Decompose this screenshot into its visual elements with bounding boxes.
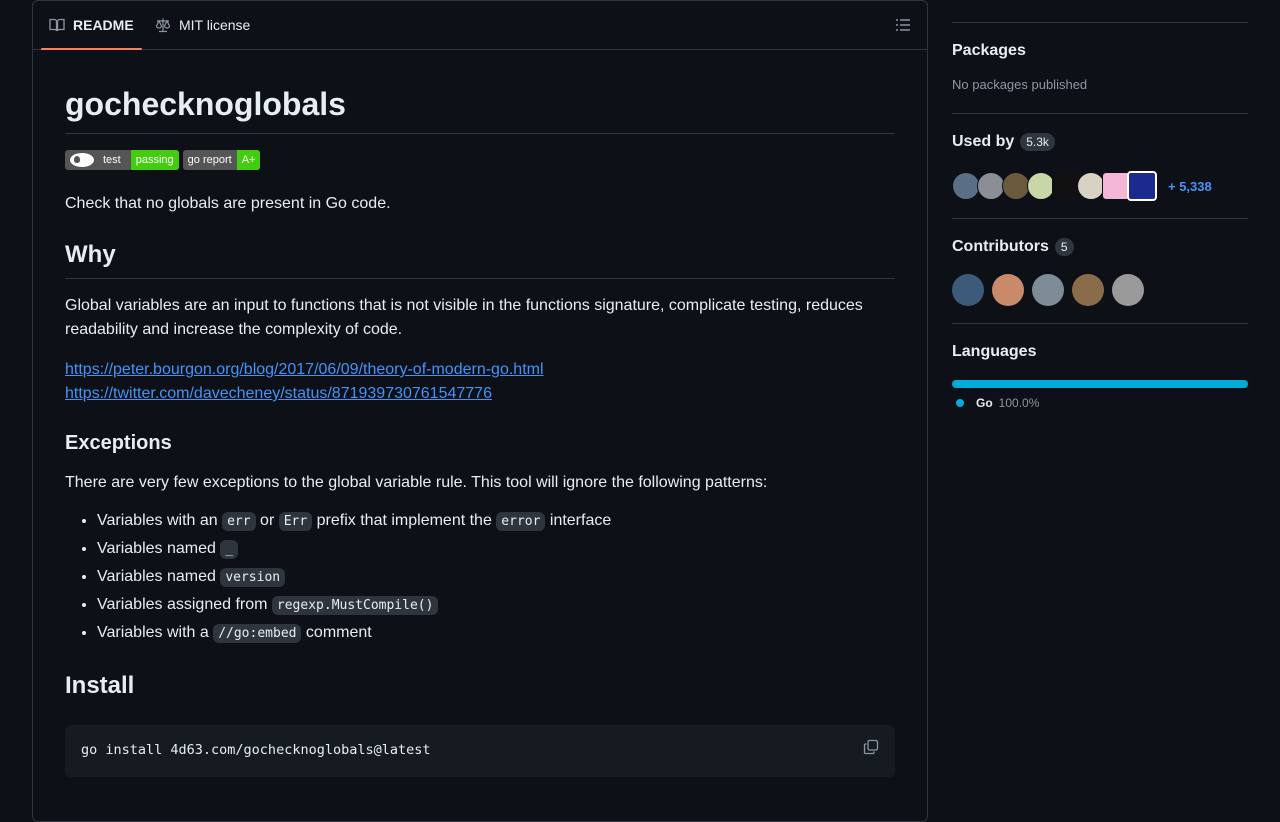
used-by-title: Used by [952, 133, 1015, 150]
inline-code: error [496, 512, 546, 531]
avatar[interactable] [952, 172, 980, 200]
inline-code: Err [278, 512, 313, 531]
used-by-title-row[interactable]: Used by 5.3k [952, 130, 1248, 154]
avatar[interactable] [1027, 172, 1055, 200]
inline-code: regexp.MustCompile() [271, 596, 439, 615]
list-item: Variables with a //go:embed comment [97, 621, 611, 649]
languages-section: Languages Go 100.0% [952, 340, 1248, 410]
outline-list-icon[interactable] [895, 17, 911, 33]
divider [952, 218, 1248, 219]
exceptions-list: Variables with an err or Err prefix that… [65, 509, 611, 649]
test-badge-label: test [103, 154, 121, 166]
divider [952, 22, 1248, 23]
used-by-section: Used by 5.3k + 5,338 [952, 130, 1248, 201]
inline-code: err [222, 512, 256, 531]
divider [952, 113, 1248, 114]
contributors-count: 5 [1054, 238, 1074, 256]
go-report-badge[interactable]: go report A+ [182, 150, 261, 170]
test-badge-status: passing [130, 150, 179, 170]
avatar[interactable] [977, 172, 1005, 200]
list-item: Variables with an err or Err prefix that… [97, 509, 611, 537]
avatar[interactable] [1072, 274, 1104, 306]
avatar[interactable] [1102, 172, 1130, 200]
inline-code: //go:embed [213, 624, 302, 643]
language-bar [952, 380, 1248, 388]
rule-text: Variables named [97, 568, 221, 585]
rule-text: Variables named [97, 540, 221, 557]
inline-code: _ [220, 540, 239, 559]
badges: test passing go report A+ [65, 150, 261, 170]
contributors-avatars [952, 274, 1248, 306]
install-code-block: go install 4d63.com/gochecknoglobals@lat… [65, 725, 895, 777]
language-item[interactable]: Go 100.0% [952, 396, 1248, 410]
packages-title[interactable]: Packages [952, 39, 1248, 63]
why-heading: Why [65, 240, 895, 279]
intro-text: Check that no globals are present in Go … [65, 195, 391, 212]
copy-icon[interactable] [863, 739, 879, 755]
readme-tabs: README MIT license [33, 1, 927, 50]
why-text: Global variables are an input to functio… [65, 297, 863, 338]
book-icon [49, 17, 65, 33]
avatar[interactable] [1032, 274, 1064, 306]
tab-readme-label: README [73, 17, 134, 33]
link-bourgon[interactable]: https://peter.bourgon.org/blog/2017/06/0… [65, 358, 544, 382]
list-item: Variables assigned from regexp.MustCompi… [97, 593, 611, 621]
packages-empty-text: No packages published [952, 77, 1088, 92]
tab-license[interactable]: MIT license [155, 1, 250, 49]
avatar[interactable] [1052, 172, 1080, 200]
rule-text: Variables assigned from [97, 596, 272, 613]
link-cheney[interactable]: https://twitter.com/davecheney/status/87… [65, 382, 544, 406]
install-command[interactable]: go install 4d63.com/gochecknoglobals@lat… [81, 742, 431, 758]
used-by-more-link[interactable]: + 5,338 [1168, 179, 1212, 194]
avatar[interactable] [992, 274, 1024, 306]
packages-section: Packages No packages published [952, 39, 1248, 92]
rule-text: prefix that implement the [312, 512, 497, 529]
readme-title: gochecknoglobals [65, 85, 895, 134]
tab-readme[interactable]: README [41, 1, 142, 50]
language-percent: 100.0% [998, 396, 1040, 410]
github-icon [70, 153, 94, 167]
divider [952, 323, 1248, 324]
exceptions-text: There are very few exceptions to the glo… [65, 474, 768, 491]
reference-links: https://peter.bourgon.org/blog/2017/06/0… [65, 358, 544, 406]
install-heading: Install [65, 672, 135, 699]
avatar[interactable] [1002, 172, 1030, 200]
languages-title: Languages [952, 343, 1037, 360]
rule-text: Variables with an [97, 512, 223, 529]
rule-text: comment [301, 624, 372, 641]
exceptions-heading: Exceptions [65, 432, 172, 454]
language-name: Go [976, 396, 993, 410]
avatar[interactable] [952, 274, 984, 306]
contributors-section: Contributors 5 [952, 235, 1248, 306]
rule-text: or [255, 512, 279, 529]
law-icon [155, 17, 171, 33]
list-item: Variables named _ [97, 537, 611, 565]
go-report-badge-label: go report [182, 150, 237, 170]
contributors-title: Contributors [952, 238, 1049, 255]
rule-text: Variables with a [97, 624, 214, 641]
language-color-dot [956, 399, 964, 407]
test-badge[interactable]: test passing [65, 150, 179, 170]
rule-text: interface [545, 512, 612, 529]
contributors-title-row[interactable]: Contributors 5 [952, 235, 1248, 259]
go-report-badge-grade: A+ [236, 150, 261, 170]
readme-panel: README MIT license gochecknoglobals test… [32, 0, 928, 822]
tab-license-label: MIT license [179, 17, 251, 33]
avatar[interactable] [1112, 274, 1144, 306]
used-by-count: 5.3k [1020, 133, 1055, 151]
inline-code: version [220, 568, 286, 587]
list-item: Variables named version [97, 565, 611, 593]
used-by-avatars: + 5,338 [952, 171, 1248, 201]
avatar[interactable] [1077, 172, 1105, 200]
avatar[interactable] [1127, 171, 1157, 201]
